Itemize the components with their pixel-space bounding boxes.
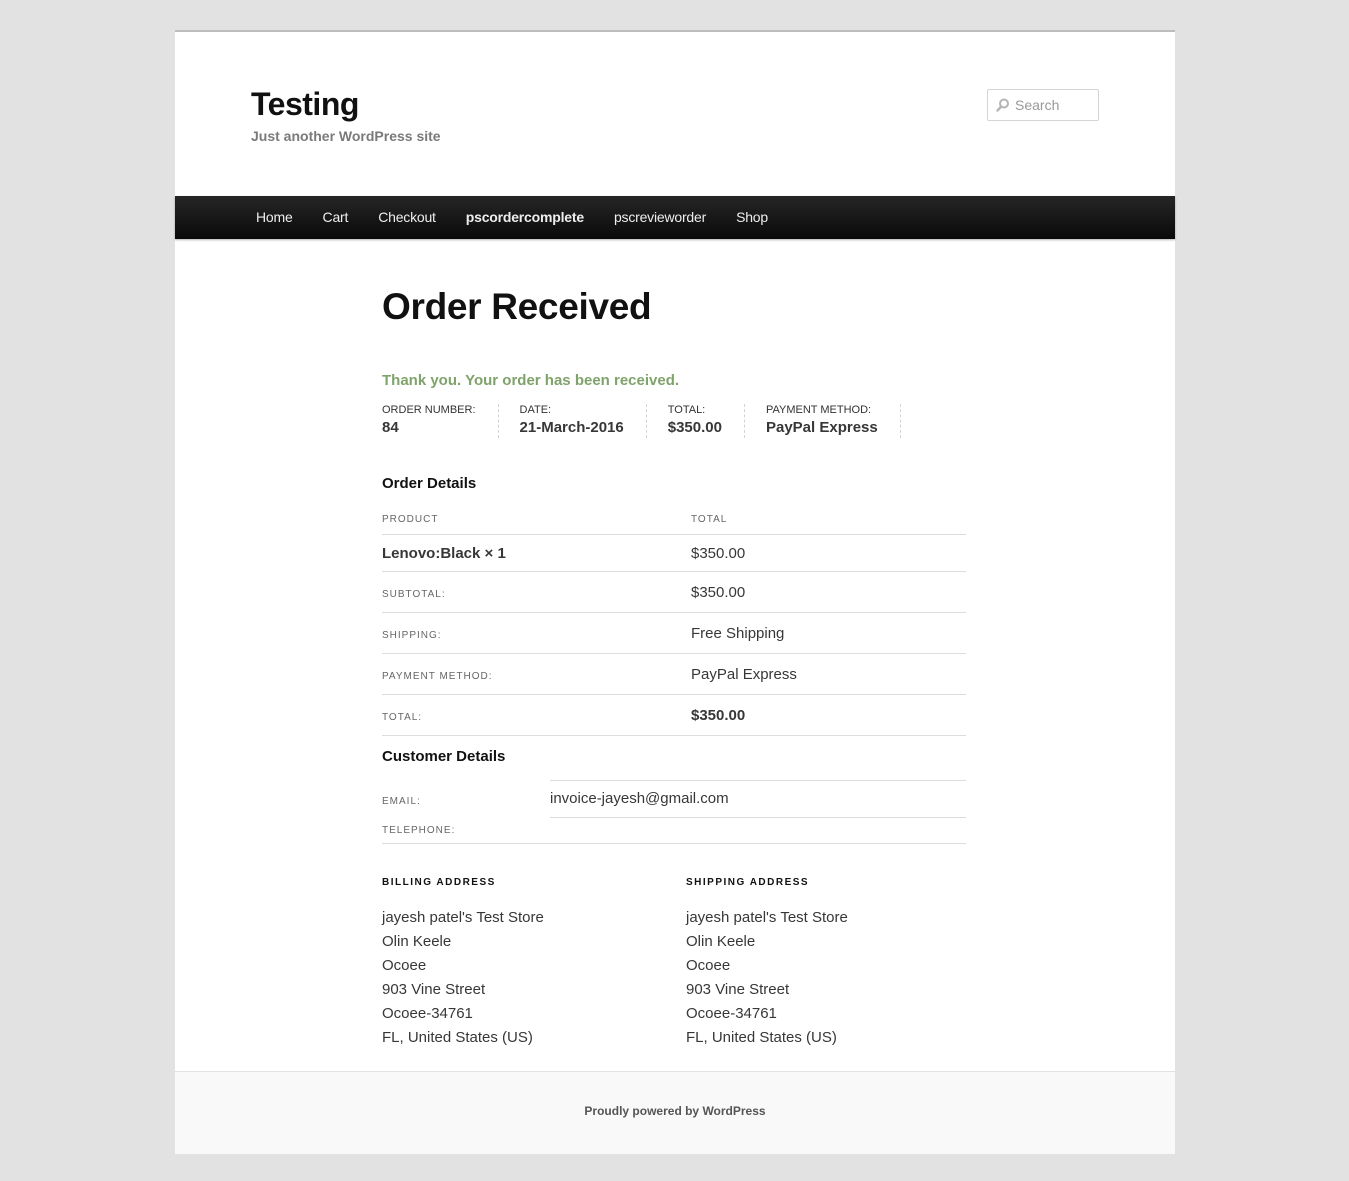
billing-line-city: Ocoee — [382, 957, 427, 974]
billing-line-country: FL, United States (US) — [382, 1029, 533, 1046]
divider — [382, 843, 966, 844]
order-details-heading: Order Details — [382, 475, 477, 492]
billing-address-heading: BILLING ADDRESS — [382, 877, 496, 888]
powered-by-link[interactable]: Proudly powered by WordPress — [175, 1104, 1175, 1118]
product-name[interactable]: Lenovo:Black × 1 — [382, 534, 691, 572]
total-value: $350.00 — [667, 419, 722, 436]
order-details-table: PRODUCT TOTAL Lenovo:Black × 1 $350.00 S… — [382, 504, 966, 736]
overview-order-number: Order Number: 84 — [382, 404, 499, 438]
payment-method-row-value: PayPal Express — [691, 653, 966, 695]
billing-line-company: jayesh patel's Test Store — [382, 909, 544, 926]
magnifier-icon — [996, 98, 1010, 117]
main-navigation: Home Cart Checkout pscordercomplete pscr… — [175, 196, 1175, 239]
order-overview: Order Number: 84 Date: 21-March-2016 Tot… — [382, 404, 922, 438]
shipping-value: Free Shipping — [691, 612, 966, 654]
page-title: Order Received — [382, 286, 652, 327]
telephone-label: TELEPHONE: — [382, 825, 456, 836]
date-label: Date: — [519, 404, 552, 416]
date-value: 21-March-2016 — [519, 419, 624, 436]
divider — [550, 780, 966, 781]
site-description: Just another WordPress site — [251, 128, 441, 144]
table-row: SUBTOTAL: $350.00 — [382, 571, 966, 613]
overview-date: Date: 21-March-2016 — [520, 404, 647, 438]
nav-item-pscrevieworder[interactable]: pscrevieworder — [599, 196, 721, 239]
customer-details-heading: Customer Details — [382, 748, 506, 765]
table-row: Lenovo:Black × 1 $350.00 — [382, 534, 966, 572]
column-header-product: PRODUCT — [382, 504, 691, 535]
search-input[interactable] — [1015, 90, 1095, 120]
shipping-line-street: 903 Vine Street — [686, 981, 790, 998]
table-row: SHIPPING: Free Shipping — [382, 612, 966, 654]
nav-item-home[interactable]: Home — [241, 196, 308, 239]
email-label: EMAIL: — [382, 796, 421, 807]
search-form — [987, 89, 1099, 121]
product-total: $350.00 — [691, 534, 966, 572]
nav-item-checkout[interactable]: Checkout — [363, 196, 451, 239]
total-label: Total: — [667, 404, 706, 416]
column-header-total: TOTAL — [691, 504, 966, 535]
payment-method-label: Payment Method: — [765, 404, 872, 416]
table-header-row: PRODUCT TOTAL — [382, 504, 966, 535]
email-value[interactable]: invoice-jayesh@gmail.com — [550, 790, 729, 807]
billing-address: jayesh patel's Test Store Olin Keele Oco… — [382, 906, 544, 1050]
shipping-line-country: FL, United States (US) — [686, 1029, 837, 1046]
subtotal-value: $350.00 — [691, 571, 966, 613]
billing-line-street: 903 Vine Street — [382, 981, 486, 998]
table-row: TOTAL: $350.00 — [382, 694, 966, 736]
overview-payment-method: Payment Method: PayPal Express — [766, 404, 901, 438]
order-number-value: 84 — [382, 419, 399, 436]
nav-item-cart[interactable]: Cart — [308, 196, 364, 239]
order-total-value: $350.00 — [691, 694, 966, 736]
shipping-line-postcode: Ocoee-34761 — [686, 1005, 777, 1022]
billing-line-name: Olin Keele — [382, 933, 452, 950]
shipping-line-company: jayesh patel's Test Store — [686, 909, 848, 926]
nav-item-pscordercomplete[interactable]: pscordercomplete — [451, 196, 599, 239]
overview-total: Total: $350.00 — [668, 404, 745, 438]
table-row: PAYMENT METHOD: PayPal Express — [382, 653, 966, 695]
order-total-label: TOTAL: — [382, 694, 691, 736]
billing-line-postcode: Ocoee-34761 — [382, 1005, 473, 1022]
divider — [550, 817, 966, 818]
thank-you-message: Thank you. Your order has been received. — [382, 372, 680, 389]
shipping-line-name: Olin Keele — [686, 933, 756, 950]
payment-method-row-label: PAYMENT METHOD: — [382, 653, 691, 695]
shipping-address-heading: SHIPPING ADDRESS — [686, 877, 810, 888]
shipping-address: jayesh patel's Test Store Olin Keele Oco… — [686, 906, 848, 1050]
shipping-label: SHIPPING: — [382, 612, 691, 654]
site-title[interactable]: Testing — [251, 86, 359, 123]
nav-item-shop[interactable]: Shop — [721, 196, 783, 239]
shipping-line-city: Ocoee — [686, 957, 731, 974]
order-number-label: Order Number: — [382, 404, 476, 416]
payment-method-value: PayPal Express — [765, 419, 878, 436]
site-footer: Proudly powered by WordPress — [175, 1071, 1175, 1154]
subtotal-label: SUBTOTAL: — [382, 571, 691, 613]
page-container: Testing Just another WordPress site Home… — [175, 30, 1175, 1154]
